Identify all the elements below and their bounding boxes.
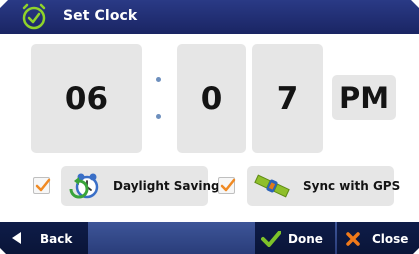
done-label: Done <box>288 232 323 246</box>
minute-tens-value: 0 <box>200 80 223 117</box>
back-arrow-icon <box>12 232 21 244</box>
corner-decoration <box>413 248 419 254</box>
hour-panel[interactable]: 06 <box>31 44 142 153</box>
sync-gps-button[interactable]: Sync with GPS <box>247 166 400 206</box>
close-label: Close <box>372 232 409 246</box>
corner-decoration <box>0 248 6 254</box>
ampm-toggle[interactable]: PM <box>332 75 396 120</box>
checkmark-icon <box>261 231 281 247</box>
checkmark-icon <box>220 178 236 192</box>
close-button[interactable]: Close <box>337 222 419 254</box>
daylight-saving-checkbox[interactable] <box>33 177 51 194</box>
close-icon <box>346 232 360 246</box>
satellite-icon <box>254 174 290 198</box>
daylight-saving-button[interactable]: Daylight Saving <box>61 166 220 206</box>
checkmark-icon <box>35 178 51 192</box>
separator-dot-bottom <box>156 114 161 119</box>
minute-tens-panel[interactable]: 0 <box>177 44 246 153</box>
minute-ones-value: 7 <box>276 80 299 117</box>
corner-decoration <box>0 0 8 8</box>
done-button[interactable]: Done <box>255 222 335 254</box>
corner-decoration <box>411 0 419 8</box>
ampm-value: PM <box>338 80 390 115</box>
minute-ones-panel[interactable]: 7 <box>252 44 323 153</box>
sync-gps-label: Sync with GPS <box>303 179 401 193</box>
title-bar: Set Clock <box>0 0 419 34</box>
separator-dot-top <box>156 77 161 82</box>
sync-gps-checkbox[interactable] <box>218 177 236 194</box>
back-button[interactable]: Back <box>0 222 88 254</box>
page-title: Set Clock <box>63 8 138 24</box>
daylight-saving-label: Daylight Saving <box>113 179 220 193</box>
back-label: Back <box>40 232 73 246</box>
alarm-clock-icon <box>69 173 99 199</box>
clock-icon <box>22 3 46 30</box>
bottom-bar: Back Done Close <box>0 222 419 254</box>
hour-value: 06 <box>64 80 109 117</box>
